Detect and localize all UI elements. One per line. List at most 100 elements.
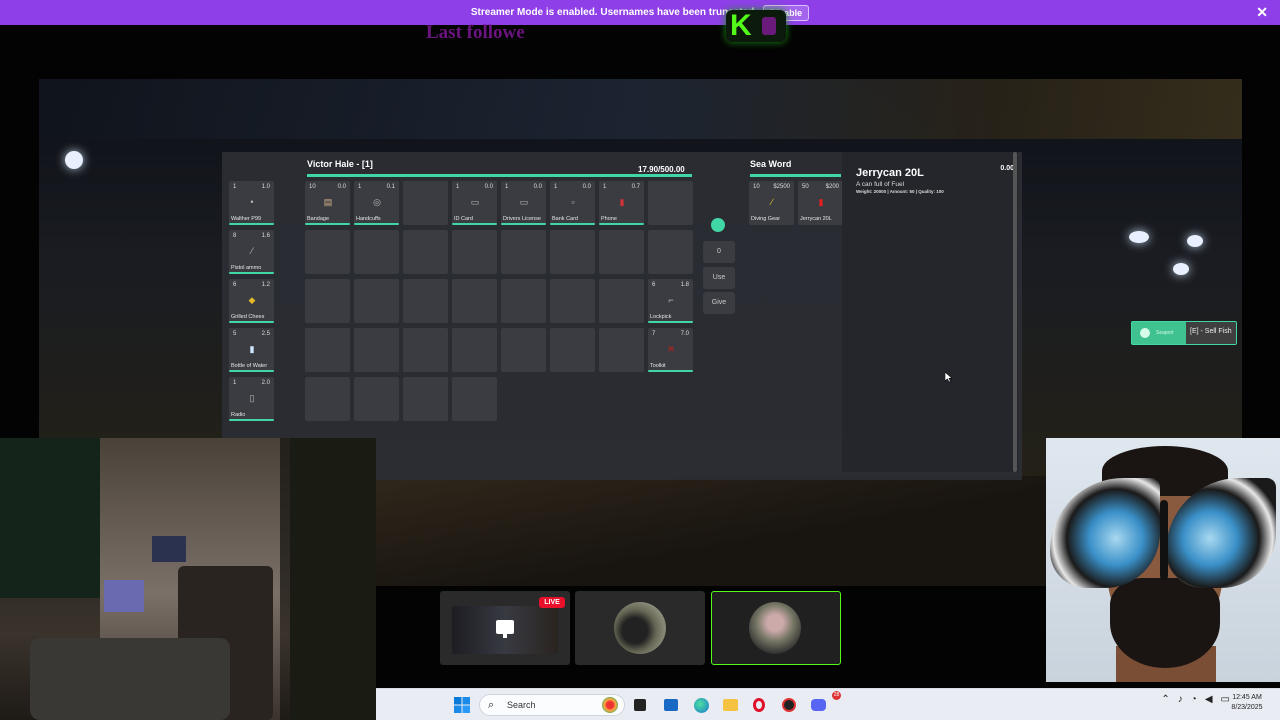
inventory-slot-empty[interactable]	[501, 230, 546, 274]
radio-icon: ▯	[249, 393, 255, 403]
inventory-slot[interactable]: 10 0.0 ▤ Bandage	[305, 181, 350, 225]
give-button[interactable]: Give	[703, 292, 735, 314]
slot-weight: 0.0	[337, 184, 346, 190]
inventory-slot[interactable]: 7 7.0 ✖ Toolkit	[648, 328, 693, 372]
clock-time: 12:45 AM	[1232, 694, 1262, 701]
streamer-portrait-image	[1046, 438, 1280, 682]
inventory-slot-empty[interactable]	[648, 230, 693, 274]
slot-quantity: 8	[233, 233, 237, 239]
inventory-toggle-icon[interactable]	[711, 218, 725, 232]
durability-bar	[648, 321, 693, 323]
slot-item-name: Phone	[601, 216, 617, 222]
durability-bar	[229, 321, 274, 323]
item-detail-name: Jerrycan 20L	[856, 167, 924, 179]
inventory-slot-empty[interactable]	[305, 279, 350, 323]
close-icon[interactable]: ✕	[1256, 4, 1268, 21]
inventory-slot-empty[interactable]	[550, 279, 595, 323]
inventory-slot-empty[interactable]	[452, 230, 497, 274]
slot-item-name: Pistol ammo	[231, 265, 262, 271]
inventory-slot-empty[interactable]	[599, 230, 644, 274]
kick-letter: K	[730, 9, 752, 42]
inventory-slot-empty[interactable]	[452, 279, 497, 323]
inventory-slot-empty[interactable]	[452, 328, 497, 372]
inventory-slot-empty[interactable]	[354, 230, 399, 274]
slot-quantity: 1	[358, 184, 362, 190]
slot-item-name: ID Card	[454, 216, 473, 222]
inventory-slot-empty[interactable]	[599, 279, 644, 323]
shop-item-name: Jerrycan 20L	[800, 216, 832, 222]
inventory-slot-empty[interactable]	[648, 181, 693, 225]
inventory-slot[interactable]: 1 0.0 ▫ Bank Card	[550, 181, 595, 225]
inventory-slot-empty[interactable]	[452, 377, 497, 421]
diving-gear-icon: ⁄	[771, 197, 773, 207]
opera-browser-icon[interactable]	[749, 695, 769, 715]
wifi-icon[interactable]: ◔	[1191, 694, 1197, 705]
inventory-slot-empty[interactable]	[305, 377, 350, 421]
inventory-slot[interactable]: 1 0.1 ◎ Handcuffs	[354, 181, 399, 225]
inventory-slot-empty[interactable]	[354, 377, 399, 421]
inventory-slot-empty[interactable]	[550, 230, 595, 274]
butterfly-body	[1160, 500, 1168, 580]
hotbar-slot-4[interactable]: 5 2.5 ▮ Bottle of Water	[229, 328, 274, 372]
banner-message: Streamer Mode is enabled. Usernames have…	[470, 7, 758, 18]
durability-bar	[229, 223, 274, 225]
inventory-slot[interactable]: 1 0.0 ▭ Drivers License	[501, 181, 546, 225]
inventory-slot[interactable]: 1 0.0 ▭ ID Card	[452, 181, 497, 225]
item-detail-description: A can full of Fuel	[856, 181, 905, 188]
amount-input[interactable]: 0	[703, 241, 735, 263]
discord-icon[interactable]	[808, 695, 828, 715]
inventory-slot-empty[interactable]	[354, 328, 399, 372]
kick-logo-icon: K	[726, 10, 786, 42]
durability-bar	[354, 223, 399, 225]
inventory-slot-empty[interactable]	[501, 328, 546, 372]
inventory-slot-empty[interactable]	[354, 279, 399, 323]
inventory-slot-empty[interactable]	[501, 279, 546, 323]
hotbar-slot-1[interactable]: 1 1.0 • Walther P99	[229, 181, 274, 225]
slot-quantity: 1	[456, 184, 460, 190]
microphone-icon[interactable]: ♪	[1178, 694, 1183, 705]
hotbar-slot-3[interactable]: 6 1.2 ◆ Grilled Chees	[229, 279, 274, 323]
inventory-slot-empty[interactable]	[305, 230, 350, 274]
kick-logo-accent	[762, 17, 776, 35]
durability-bar	[229, 272, 274, 274]
player-inventory-title: Victor Hale - [1]	[307, 159, 373, 169]
file-explorer-icon[interactable]	[720, 695, 740, 715]
inventory-slot-empty[interactable]	[403, 377, 448, 421]
inventory-slot-empty[interactable]	[403, 230, 448, 274]
inventory-slot-empty[interactable]	[403, 279, 448, 323]
widgets-icon[interactable]	[661, 695, 681, 715]
volume-icon[interactable]: ◀	[1205, 694, 1213, 705]
taskbar-search-box[interactable]: ⌕ Search	[479, 694, 625, 716]
shop-title-bar	[750, 174, 841, 177]
shop-item[interactable]: 10 $2500 ⁄ Diving Gear	[749, 181, 794, 225]
shop-item[interactable]: 50 $200 ▮ Jerrycan 20L	[798, 181, 843, 225]
show-hidden-icons-icon[interactable]: ⌃	[1161, 694, 1169, 705]
taskbar-clock[interactable]: 12:45 AM 8/23/2025	[1226, 693, 1268, 713]
hotbar-slot-5[interactable]: 1 2.0 ▯ Radio	[229, 377, 274, 421]
webcam-feed	[0, 438, 376, 720]
game-launcher-icon[interactable]	[779, 695, 799, 715]
inventory-slot[interactable]: 6 1.8 ⌐ Lockpick	[648, 279, 693, 323]
webcam-bed	[30, 638, 230, 720]
inventory-slot-empty[interactable]	[305, 328, 350, 372]
slot-weight: 7.0	[680, 331, 689, 337]
portrait-beard	[1110, 578, 1220, 668]
use-button[interactable]: Use	[703, 267, 735, 289]
inventory-slot-empty[interactable]	[403, 181, 448, 225]
inventory-slot-empty[interactable]	[550, 328, 595, 372]
inventory-scrollbar[interactable]	[1013, 152, 1017, 472]
item-detail-panel: Jerrycan 20L A can full of Fuel Weight: …	[842, 152, 1018, 472]
task-view-icon[interactable]	[630, 695, 650, 715]
inventory-slot[interactable]: 1 0.7 ▮ Phone	[599, 181, 644, 225]
durability-bar	[648, 370, 693, 372]
inventory-slot-empty[interactable]	[403, 328, 448, 372]
inventory-slot-empty[interactable]	[599, 328, 644, 372]
hotbar-slot-2[interactable]: 8 1.6 ⁄ Pistol ammo	[229, 230, 274, 274]
slot-item-name: Walther P99	[231, 216, 262, 222]
windows-start-icon[interactable]	[452, 695, 472, 715]
search-highlight-icon	[602, 697, 618, 713]
edge-browser-icon[interactable]	[691, 695, 711, 715]
user-avatar	[749, 602, 801, 654]
ammo-icon: ⁄	[251, 246, 253, 256]
item-detail-weight: 0.00	[1000, 165, 1014, 172]
